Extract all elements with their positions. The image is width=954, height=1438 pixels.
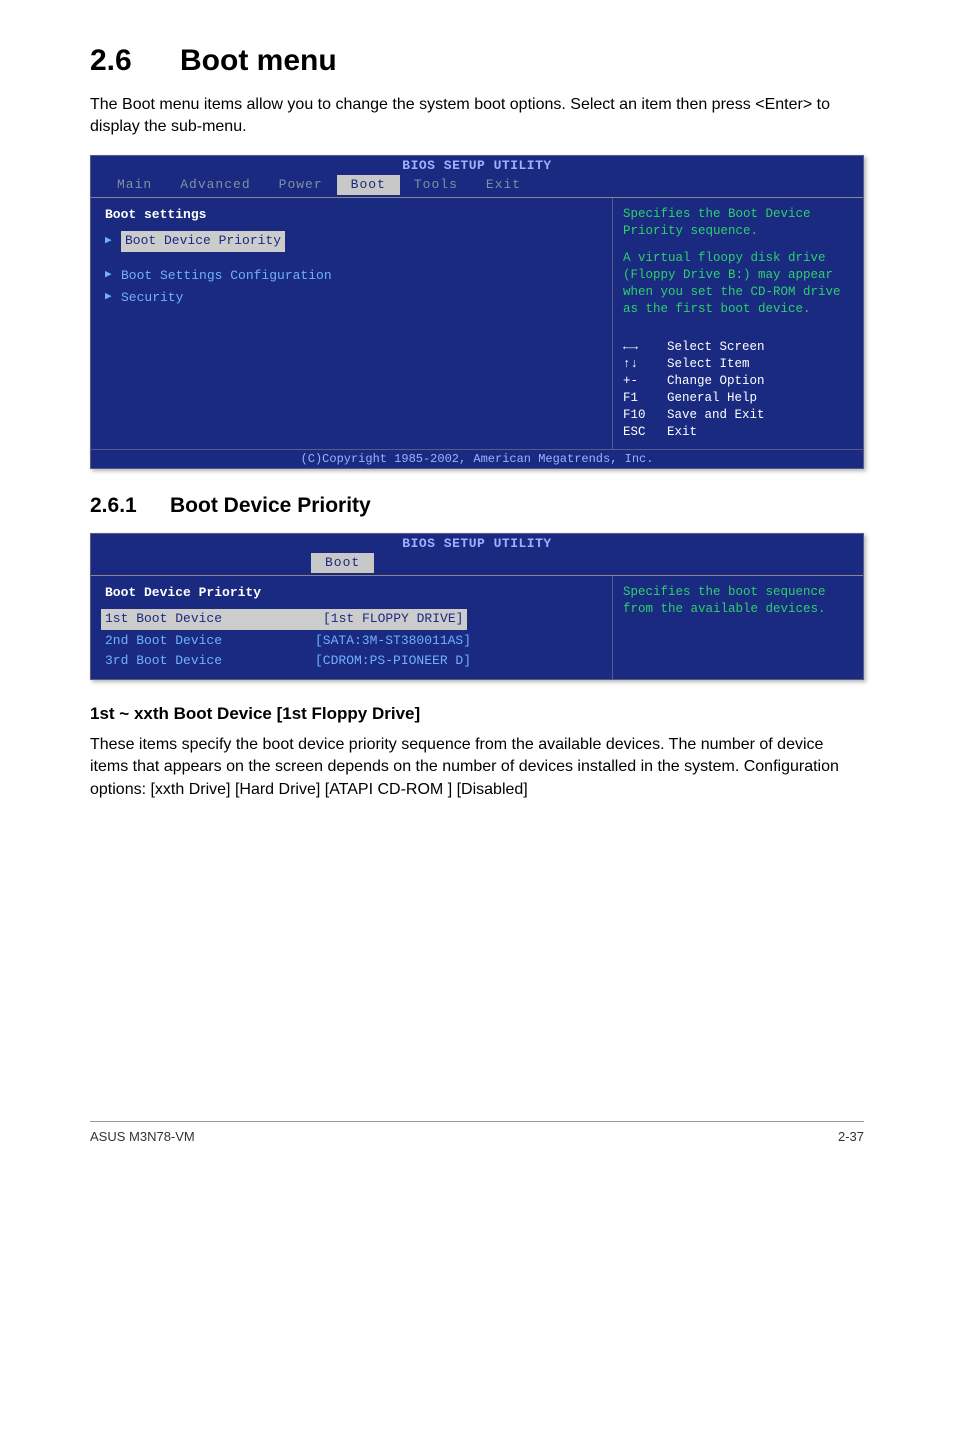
subsection-heading: 2.6.1Boot Device Priority — [90, 491, 864, 520]
key: ESC — [623, 424, 667, 441]
menu-row-security[interactable]: ▶ Security — [105, 287, 598, 309]
section-title-text: Boot menu — [180, 44, 337, 77]
key-desc: Select Screen — [667, 339, 853, 356]
subsection-number: 2.6.1 — [90, 491, 170, 520]
footer-left: ASUS M3N78-VM — [90, 1128, 195, 1146]
help-text-2: A virtual floopy disk drive (Floppy Driv… — [623, 250, 853, 318]
footer-right: 2-37 — [838, 1128, 864, 1146]
tab-exit[interactable]: Exit — [472, 175, 535, 195]
key: F10 — [623, 407, 667, 424]
bios-body: Boot settings ▶ Boot Device Priority ▶ B… — [91, 197, 863, 449]
submenu-arrow-icon: ▶ — [105, 268, 121, 283]
tab-advanced[interactable]: Advanced — [166, 175, 264, 195]
section-heading: 2.6Boot menu — [90, 40, 864, 82]
item-heading: 1st ~ xxth Boot Device [1st Floppy Drive… — [90, 702, 864, 726]
subsection-title-text: Boot Device Priority — [170, 494, 371, 517]
intro-paragraph: The Boot menu items allow you to change … — [90, 94, 864, 139]
field-name: 1st Boot Device — [101, 609, 319, 629]
key: F1 — [623, 390, 667, 407]
submenu-arrow-icon: ▶ — [105, 290, 121, 305]
tab-boot[interactable]: Boot — [337, 175, 400, 195]
key-desc: Select Item — [667, 356, 853, 373]
help-text-1: Specifies the Boot Device Priority seque… — [623, 206, 853, 240]
menu-item-label: Boot Settings Configuration — [121, 266, 332, 286]
key: ↑↓ — [623, 356, 667, 373]
bios-header: BIOS SETUP UTILITY — [91, 156, 863, 175]
tab-power[interactable]: Power — [265, 175, 337, 195]
key: ←→ — [623, 339, 667, 356]
field-name: 2nd Boot Device — [105, 632, 315, 650]
menu-row-boot-device-priority[interactable]: ▶ Boot Device Priority — [105, 230, 598, 252]
bios-menu-heading: Boot settings — [105, 206, 598, 224]
key: +- — [623, 373, 667, 390]
tab-main[interactable]: Main — [103, 175, 166, 195]
key-desc: General Help — [667, 390, 853, 407]
field-value: [1st FLOPPY DRIVE] — [319, 609, 467, 629]
field-value: [SATA:3M-ST380011AS] — [315, 632, 471, 650]
field-value: [CDROM:PS-PIONEER D] — [315, 652, 471, 670]
bios-menu-heading: Boot Device Priority — [105, 584, 598, 602]
bios-screenshot-main: BIOS SETUP UTILITY Main Advanced Power B… — [90, 155, 864, 470]
bios-left-panel: Boot Device Priority 1st Boot Device [1s… — [91, 576, 613, 679]
boot-device-row-1[interactable]: 1st Boot Device [1st FLOPPY DRIVE] — [105, 608, 598, 630]
bios-tab-bar: Main Advanced Power Boot Tools Exit — [91, 175, 863, 197]
menu-item-label: Security — [121, 288, 183, 308]
key-desc: Change Option — [667, 373, 853, 390]
bios-help-panel: Specifies the Boot Device Priority seque… — [613, 198, 863, 449]
bios-tab-bar: Boot — [91, 553, 863, 575]
bios-left-panel: Boot settings ▶ Boot Device Priority ▶ B… — [91, 198, 613, 449]
key-desc: Save and Exit — [667, 407, 853, 424]
field-name: 3rd Boot Device — [105, 652, 315, 670]
bios-copyright: (C)Copyright 1985-2002, American Megatre… — [91, 449, 863, 469]
menu-item-label: Boot Device Priority — [121, 231, 285, 251]
bios-body: Boot Device Priority 1st Boot Device [1s… — [91, 575, 863, 679]
bios-header: BIOS SETUP UTILITY — [91, 534, 863, 553]
help-text: Specifies the boot sequence from the ava… — [623, 584, 853, 618]
tab-tools[interactable]: Tools — [400, 175, 472, 195]
tab-boot[interactable]: Boot — [311, 553, 374, 573]
bios-screenshot-sub: BIOS SETUP UTILITY Boot Boot Device Prio… — [90, 533, 864, 680]
boot-device-row-2[interactable]: 2nd Boot Device [SATA:3M-ST380011AS] — [105, 631, 598, 651]
section-number: 2.6 — [90, 40, 180, 82]
key-desc: Exit — [667, 424, 853, 441]
boot-device-row-3[interactable]: 3rd Boot Device [CDROM:PS-PIONEER D] — [105, 651, 598, 671]
menu-row-boot-settings-configuration[interactable]: ▶ Boot Settings Configuration — [105, 265, 598, 287]
bios-help-panel: Specifies the boot sequence from the ava… — [613, 576, 863, 679]
submenu-arrow-icon: ▶ — [105, 234, 121, 249]
key-legend: ←→Select Screen ↑↓Select Item +-Change O… — [623, 339, 853, 440]
page-footer: ASUS M3N78-VM 2-37 — [90, 1121, 864, 1146]
item-body: These items specify the boot device prio… — [90, 734, 864, 801]
